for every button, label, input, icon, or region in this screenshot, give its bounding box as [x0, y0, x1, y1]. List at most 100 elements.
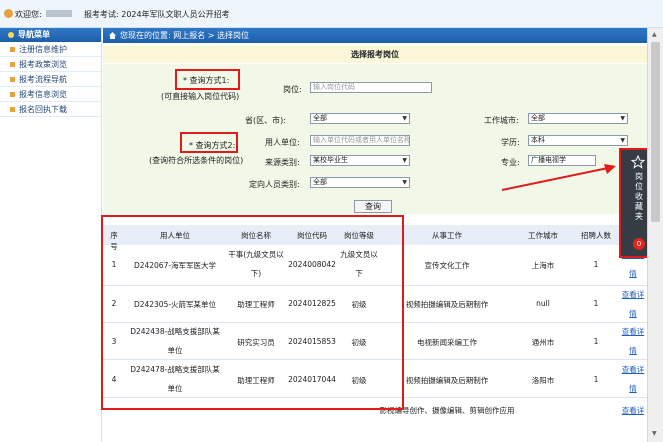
cell-level: 九级文员以	[340, 250, 378, 259]
cell-count: 1	[593, 299, 599, 308]
bullet-icon	[10, 47, 15, 52]
cell-name: 干事(九级文员以	[228, 250, 284, 259]
favorites-label: 岗位收藏夹	[635, 172, 643, 221]
targeted-label: 定向人员类别:	[249, 180, 300, 189]
employer-label: 用人单位:	[265, 138, 300, 147]
welcome-text: 欢迎您:	[15, 10, 42, 19]
cell-work: 视频拍摄编辑及后期制作	[405, 300, 489, 309]
cell-unit: D242478-战略支援部队某	[130, 365, 220, 374]
col-level: 岗位等级	[344, 231, 374, 240]
view-detail-link[interactable]: 查看详	[619, 364, 647, 375]
breadcrumb: 您现在的位置: 网上报名 > 选择岗位	[103, 28, 647, 43]
sidebar-item-label: 报考信息浏览	[19, 90, 67, 99]
cell-no: 2	[111, 299, 117, 308]
cell-unit: D242305-火箭军某单位	[133, 300, 217, 309]
cell-name: 研究实习员	[237, 338, 275, 347]
sidebar-item-policy[interactable]: 报考政策浏览	[0, 57, 101, 72]
cell-unit: D242438-战略支援部队某	[130, 327, 220, 336]
employer-input[interactable]: 输入单位代码或者用人单位名称	[310, 135, 410, 146]
scroll-thumb[interactable]	[651, 42, 660, 222]
sidebar-item-label: 报考流程导航	[19, 75, 67, 84]
cell-level-2: 下	[355, 269, 363, 278]
bullet-icon	[10, 62, 15, 67]
cell-name: 助理工程师	[237, 300, 275, 309]
sidebar-item-label: 注册信息维护	[19, 45, 67, 54]
cell-code: 2024008042	[288, 260, 336, 269]
col-no: 序号	[110, 231, 118, 251]
sidebar-header: 导航菜单	[0, 28, 101, 42]
sidebar-item-receipt[interactable]: 报名回执下载	[0, 102, 101, 117]
cell-code: 2024017044	[288, 375, 336, 384]
col-code: 岗位代码	[297, 231, 327, 240]
col-work: 从事工作	[432, 231, 462, 240]
bullet-icon	[10, 77, 15, 82]
method1-title: * 查询方式1:	[183, 76, 230, 85]
education-select[interactable]: 本科 ▼	[528, 135, 628, 146]
cell-name: 助理工程师	[237, 376, 275, 385]
targeted-select[interactable]: 全部 ▼	[310, 177, 410, 188]
work-city-select[interactable]: 全部 ▼	[528, 113, 628, 124]
cell-no: 4	[111, 375, 117, 384]
post-code-input[interactable]: 输入岗位代码	[310, 82, 432, 93]
chevron-down-icon: ▼	[402, 179, 407, 186]
col-name: 岗位名称	[241, 231, 271, 240]
cell-no: 3	[111, 337, 117, 346]
sidebar: 导航菜单 注册信息维护 报考政策浏览 报考流程导航 报考信息浏览 报名回执下载	[0, 28, 102, 442]
chevron-down-icon: ▼	[620, 137, 625, 144]
cell-no: 1	[111, 260, 117, 269]
sidebar-item-process[interactable]: 报考流程导航	[0, 72, 101, 87]
table-header: 序号 用人单位 岗位名称 岗位代码 岗位等级 从事工作 工作城市 招聘人数 查	[103, 225, 647, 251]
scroll-up-icon[interactable]: ▲	[652, 31, 657, 38]
star-icon	[631, 155, 645, 169]
sidebar-item-info[interactable]: 报考信息浏览	[0, 87, 101, 102]
row-divider	[103, 322, 647, 323]
cell-count: 1	[593, 260, 599, 269]
view-detail-link[interactable]: 查看详	[619, 326, 647, 337]
education-label: 学历:	[501, 138, 520, 147]
scroll-down-icon[interactable]: ▼	[652, 430, 657, 437]
user-icon	[4, 9, 13, 18]
col-unit: 用人单位	[160, 231, 190, 240]
source-select[interactable]: 某校毕业生 ▼	[310, 155, 410, 166]
cell-name-2: 下)	[250, 269, 262, 278]
chevron-down-icon: ▼	[620, 115, 625, 122]
cell-work-partial: 影视编导创作、摄像编辑、剪辑创作应用	[379, 406, 515, 415]
cell-level: 初级	[351, 338, 367, 347]
chevron-down-icon: ▼	[402, 115, 407, 122]
method1-subtitle: (可直接输入岗位代码)	[161, 92, 240, 101]
form-title: 选择报考岗位	[103, 46, 647, 63]
cell-count: 1	[593, 375, 599, 384]
results-table: 序号 用人单位 岗位名称 岗位代码 岗位等级 从事工作 工作城市 招聘人数 查 …	[103, 225, 647, 440]
work-city-label: 工作城市:	[484, 116, 519, 125]
view-detail-link-2[interactable]: 情	[619, 383, 647, 394]
cell-unit-2: 单位	[167, 346, 183, 355]
bullet-icon	[10, 92, 15, 97]
cell-code: 2024012825	[288, 299, 336, 308]
view-detail-link[interactable]: 查看详	[619, 289, 647, 300]
sidebar-item-register-info[interactable]: 注册信息维护	[0, 42, 101, 57]
cell-count: 1	[593, 337, 599, 346]
cell-level: 初级	[351, 300, 367, 309]
col-city: 工作城市	[528, 231, 558, 240]
scrollbar[interactable]: ▲ ▼	[647, 28, 663, 442]
cell-work: 视频拍摄编辑及后期制作	[405, 376, 489, 385]
cell-code: 2024015853	[288, 337, 336, 346]
cell-work: 电视新闻采编工作	[417, 338, 477, 347]
post-label: 岗位:	[283, 85, 302, 94]
cell-unit: D242067-海军军医大学	[133, 261, 217, 270]
view-detail-link-2[interactable]: 情	[619, 308, 647, 319]
sidebar-item-label: 报考政策浏览	[19, 60, 67, 69]
cell-city: 洛阳市	[531, 376, 555, 385]
view-detail-link-2[interactable]: 情	[619, 345, 647, 356]
method2-subtitle: (查询符合所选条件的岗位)	[149, 156, 244, 165]
source-label: 来源类别:	[265, 158, 300, 167]
bullet-icon	[10, 107, 15, 112]
menu-icon	[8, 31, 14, 38]
view-detail-link-2[interactable]: 情	[619, 268, 647, 279]
favorites-count-badge: 0	[633, 238, 645, 250]
row-divider	[103, 397, 647, 398]
query-button[interactable]: 查询	[354, 200, 392, 213]
province-select[interactable]: 全部 ▼	[310, 113, 410, 124]
view-detail-link[interactable]: 查看详	[619, 405, 647, 416]
home-icon	[109, 32, 116, 39]
